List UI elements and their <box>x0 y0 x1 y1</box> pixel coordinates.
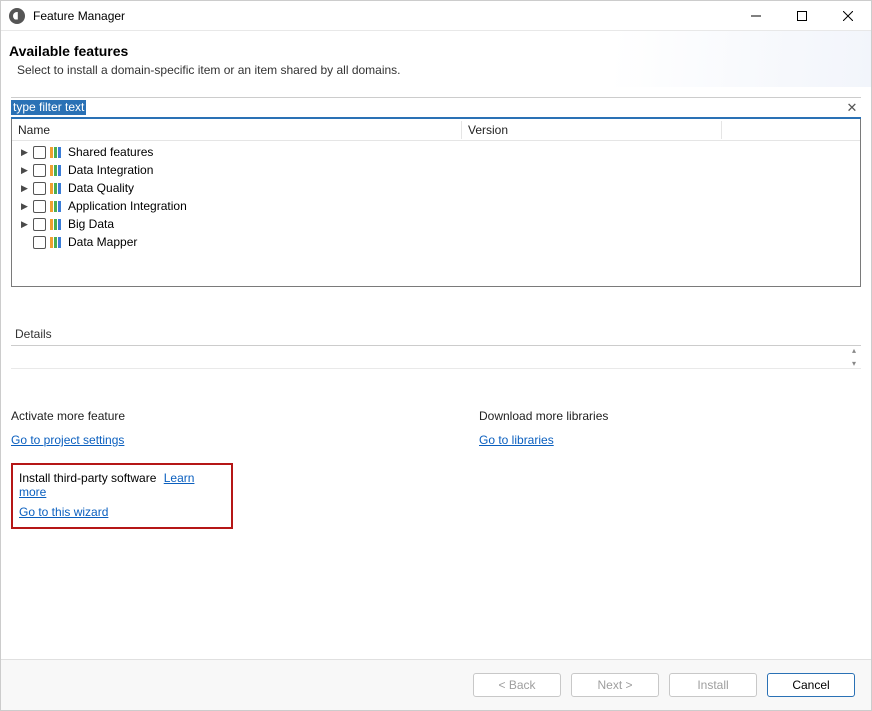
tree-row[interactable]: ▶ Shared features <box>12 143 860 161</box>
feature-label: Data Mapper <box>68 235 137 249</box>
clear-filter-icon[interactable]: ✕ <box>843 100 861 116</box>
filter-container: type filter text ✕ <box>11 97 861 119</box>
tree-row[interactable]: Data Mapper <box>12 233 860 251</box>
tree-row[interactable]: ▶ Application Integration <box>12 197 860 215</box>
back-button[interactable]: < Back <box>473 673 561 697</box>
feature-label: Data Integration <box>68 163 153 177</box>
expand-icon[interactable]: ▶ <box>20 184 29 193</box>
expand-icon[interactable]: ▶ <box>20 220 29 229</box>
feature-icon <box>50 183 64 194</box>
tree-row[interactable]: ▶ Big Data <box>12 215 860 233</box>
feature-checkbox[interactable] <box>33 164 46 177</box>
details-box: ▴▾ <box>11 345 861 369</box>
details-scrollbar[interactable]: ▴▾ <box>847 346 861 368</box>
feature-icon <box>50 147 64 158</box>
filter-input[interactable]: type filter text <box>11 98 843 117</box>
feature-checkbox[interactable] <box>33 218 46 231</box>
close-button[interactable] <box>825 1 871 31</box>
feature-label: Data Quality <box>68 181 134 195</box>
wizard-link[interactable]: Go to this wizard <box>19 505 108 519</box>
feature-tree: Name Version ▶ Shared features ▶ Data Integ… <box>11 119 861 287</box>
third-party-label: Install third-party software <box>19 471 156 485</box>
feature-icon <box>50 201 64 212</box>
feature-checkbox[interactable] <box>33 146 46 159</box>
title-bar: Feature Manager <box>1 1 871 31</box>
col-version[interactable]: Version <box>462 121 722 139</box>
download-heading: Download more libraries <box>479 409 872 423</box>
tree-row[interactable]: ▶ Data Integration <box>12 161 860 179</box>
activate-heading: Activate more feature <box>11 409 419 423</box>
col-spacer <box>722 128 860 132</box>
third-party-highlight: Install third-party software Learn more … <box>11 463 233 529</box>
window-title: Feature Manager <box>33 9 125 23</box>
expand-icon[interactable]: ▶ <box>20 202 29 211</box>
install-button[interactable]: Install <box>669 673 757 697</box>
expand-icon[interactable]: ▶ <box>20 166 29 175</box>
details-label: Details <box>11 327 861 341</box>
expand-icon[interactable]: ▶ <box>20 148 29 157</box>
feature-icon <box>50 219 64 230</box>
feature-label: Shared features <box>68 145 153 159</box>
app-icon <box>9 8 25 24</box>
project-settings-link[interactable]: Go to project settings <box>11 433 124 447</box>
tree-row[interactable]: ▶ Data Quality <box>12 179 860 197</box>
feature-checkbox[interactable] <box>33 236 46 249</box>
dialog-header: Available features Select to install a d… <box>1 31 871 87</box>
dialog-footer: < Back Next > Install Cancel <box>1 660 871 710</box>
feature-icon <box>50 165 64 176</box>
page-subtitle: Select to install a domain-specific item… <box>9 63 861 77</box>
next-button[interactable]: Next > <box>571 673 659 697</box>
libraries-link[interactable]: Go to libraries <box>479 433 554 447</box>
feature-icon <box>50 237 64 248</box>
cancel-button[interactable]: Cancel <box>767 673 855 697</box>
feature-checkbox[interactable] <box>33 182 46 195</box>
filter-placeholder: type filter text <box>11 100 86 115</box>
feature-label: Application Integration <box>68 199 187 213</box>
maximize-button[interactable] <box>779 1 825 31</box>
minimize-button[interactable] <box>733 1 779 31</box>
details-text[interactable] <box>11 346 847 368</box>
tree-header: Name Version <box>12 119 860 141</box>
feature-label: Big Data <box>68 217 114 231</box>
page-title: Available features <box>9 43 861 59</box>
col-name[interactable]: Name <box>12 121 462 139</box>
feature-checkbox[interactable] <box>33 200 46 213</box>
